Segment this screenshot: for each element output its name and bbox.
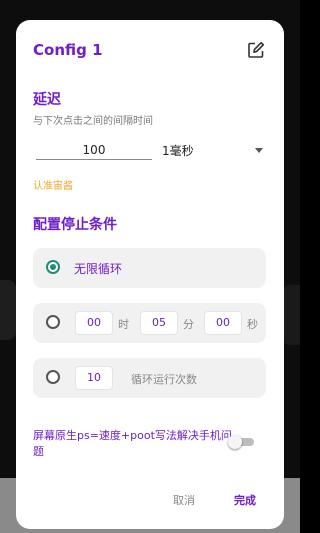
background-shape-right [282,285,300,345]
infinite-loop-label: 无限循环 [74,262,123,276]
radio-loop-count[interactable] [46,370,60,384]
delay-unit-label: 1毫秒 [162,143,194,158]
option-infinite-loop[interactable]: 无限循环 [33,248,266,288]
delay-section-title: 延迟 [33,92,61,108]
confirm-link[interactable]: 认准宙酱 [33,177,73,192]
radio-infinite-loop[interactable] [46,260,60,274]
minutes-input[interactable]: 05 [140,311,178,335]
option-duration[interactable]: 00 时 05 分 00 秒 [33,303,266,343]
hours-unit: 时 [118,318,129,331]
cancel-button[interactable]: 取消 [173,492,195,508]
config-dialog: Config 1 延迟 与下次点击之间的间隔时间 1毫秒 认准宙酱 配置停止条件… [16,20,284,529]
delay-unit-dropdown[interactable]: 1毫秒 [162,140,268,160]
edit-icon[interactable] [247,41,265,59]
seconds-unit: 秒 [247,318,258,331]
fix-option-toggle[interactable] [228,435,256,449]
hours-input[interactable]: 00 [75,311,113,335]
toggle-thumb [228,435,242,449]
done-button[interactable]: 完成 [234,492,256,508]
delay-input[interactable] [36,141,152,160]
caret-down-icon [255,147,263,153]
fix-option-label: 屏幕原生ps=速度+poot写法解决手机问题 [33,429,232,458]
dialog-title: Config 1 [33,41,103,59]
seconds-input[interactable]: 00 [204,311,242,335]
radio-duration[interactable] [46,315,60,329]
delay-hint: 与下次点击之间的间隔时间 [33,116,153,127]
minutes-unit: 分 [183,318,194,331]
option-loop-count[interactable]: 10 循环运行次数 [33,358,266,398]
loop-count-label: 循环运行次数 [131,373,197,386]
background-shape-left [0,280,16,340]
loop-count-input[interactable]: 10 [75,366,113,390]
stop-conditions-title: 配置停止条件 [33,217,117,233]
